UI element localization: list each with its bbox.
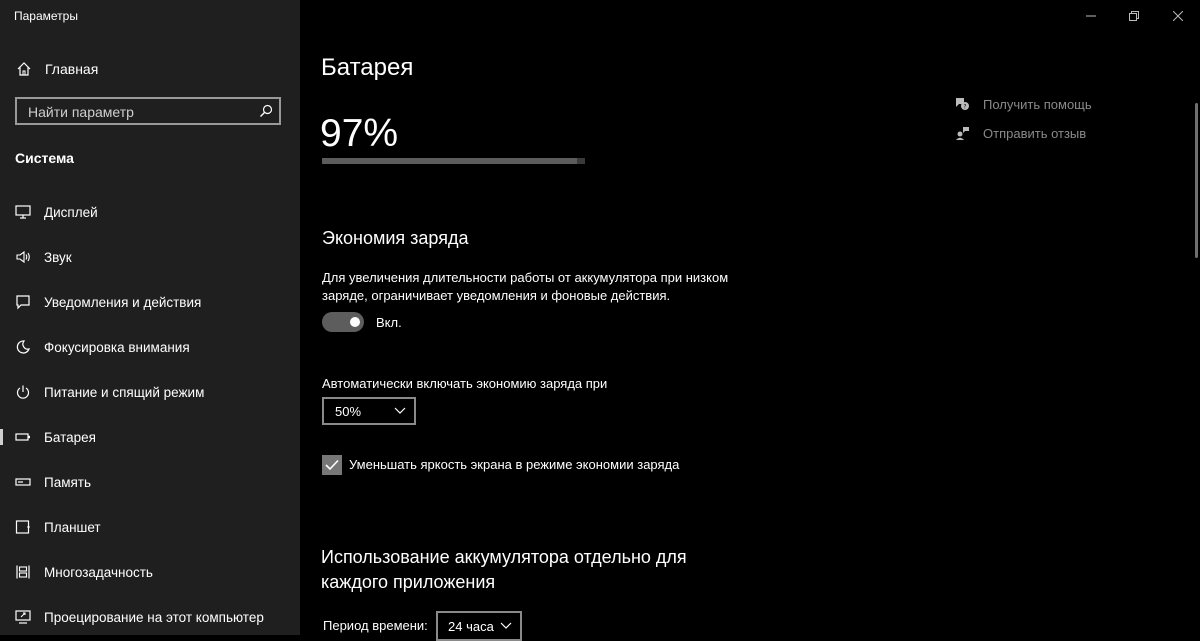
- close-icon: [1173, 11, 1183, 21]
- sidebar-item-tablet[interactable]: Планшет: [0, 509, 300, 545]
- checkmark-icon: [325, 459, 339, 471]
- sidebar-item-projecting[interactable]: Проецирование на этот компьютер: [0, 599, 300, 635]
- sidebar-home[interactable]: Главная: [14, 59, 98, 79]
- time-period-dropdown[interactable]: 24 часа: [436, 611, 522, 641]
- sidebar-item-label: Планшет: [44, 519, 101, 535]
- sidebar-item-label: Многозадачность: [44, 564, 153, 580]
- search-input[interactable]: [26, 99, 260, 125]
- auto-saver-value: 50%: [335, 403, 362, 419]
- scrollbar[interactable]: [1195, 103, 1198, 258]
- sidebar-item-label: Питание и спящий режим: [44, 384, 205, 400]
- sidebar-item-notifications[interactable]: Уведомления и действия: [0, 284, 300, 320]
- auto-saver-label: Автоматически включать экономию заряда п…: [322, 376, 608, 391]
- battery-level-fill: [322, 158, 578, 164]
- projecting-icon: [14, 608, 32, 626]
- battery-saver-heading: Экономия заряда: [322, 228, 469, 248]
- minimize-button[interactable]: [1081, 6, 1101, 26]
- sidebar-item-storage[interactable]: Память: [0, 464, 300, 500]
- brightness-checkbox[interactable]: [322, 455, 342, 475]
- sidebar-item-label: Память: [44, 474, 92, 490]
- sidebar-item-label: Фокусировка внимания: [44, 339, 190, 355]
- sidebar-item-focus-assist[interactable]: Фокусировка внимания: [0, 329, 300, 365]
- battery-saver-description: Для увеличения длительности работы от ак…: [322, 270, 729, 303]
- search-box[interactable]: [15, 97, 281, 125]
- restore-button[interactable]: [1124, 6, 1144, 26]
- monitor-icon: [14, 203, 32, 221]
- close-button[interactable]: [1168, 6, 1188, 26]
- battery-icon: [14, 428, 32, 446]
- svg-text:?: ?: [963, 104, 966, 111]
- minimize-icon: [1086, 11, 1096, 21]
- home-icon: [14, 59, 34, 79]
- get-help-link[interactable]: ? Получить помощь: [953, 94, 1092, 114]
- feedback-icon: [953, 124, 971, 142]
- sidebar-item-battery[interactable]: Батарея: [0, 419, 300, 455]
- toggle-state-label: Вкл.: [376, 315, 402, 330]
- search-icon[interactable]: [259, 104, 273, 118]
- send-feedback-link[interactable]: Отправить отзыв: [953, 123, 1086, 143]
- sidebar-item-label: Звук: [44, 249, 72, 265]
- sidebar-item-label: Уведомления и действия: [44, 294, 202, 310]
- chevron-down-icon: [500, 622, 512, 630]
- help-chat-icon: ?: [953, 95, 971, 113]
- speaker-icon: [14, 248, 32, 266]
- battery-level-bar: [322, 158, 585, 164]
- time-period-label: Период времени:: [323, 618, 428, 633]
- battery-percentage: 97%: [320, 112, 399, 155]
- time-period-value: 24 часа: [448, 618, 494, 634]
- sidebar-item-label: Проецирование на этот компьютер: [44, 609, 264, 625]
- restore-icon: [1129, 11, 1139, 21]
- sidebar-item-sound[interactable]: Звук: [0, 239, 300, 275]
- get-help-label: Получить помощь: [983, 96, 1092, 112]
- app-usage-heading: Использование аккумулятора отдельно для …: [321, 547, 687, 592]
- page-title: Батарея: [321, 54, 414, 81]
- storage-icon: [14, 473, 32, 491]
- sidebar-item-label: Дисплей: [44, 204, 98, 220]
- sidebar-item-power-sleep[interactable]: Питание и спящий режим: [0, 374, 300, 410]
- chevron-down-icon: [394, 407, 406, 415]
- window-title: Параметры: [14, 9, 78, 23]
- power-icon: [14, 383, 32, 401]
- toggle-knob: [350, 317, 360, 327]
- auto-saver-dropdown[interactable]: 50%: [322, 397, 416, 425]
- notification-icon: [14, 293, 32, 311]
- sidebar-home-label: Главная: [45, 61, 99, 77]
- moon-icon: [14, 338, 32, 356]
- section-title: Система: [15, 150, 74, 166]
- send-feedback-label: Отправить отзыв: [983, 125, 1087, 141]
- sidebar-item-multitasking[interactable]: Многозадачность: [0, 554, 300, 590]
- tablet-icon: [14, 518, 32, 536]
- battery-saver-toggle[interactable]: [322, 312, 364, 332]
- sidebar-item-display[interactable]: Дисплей: [0, 194, 300, 230]
- sidebar: Параметры Главная Система Дисплей Звук У…: [0, 0, 300, 635]
- sidebar-item-label: Батарея: [44, 429, 96, 445]
- brightness-checkbox-label: Уменьшать яркость экрана в режиме эконом…: [349, 457, 680, 472]
- multitasking-icon: [14, 563, 32, 581]
